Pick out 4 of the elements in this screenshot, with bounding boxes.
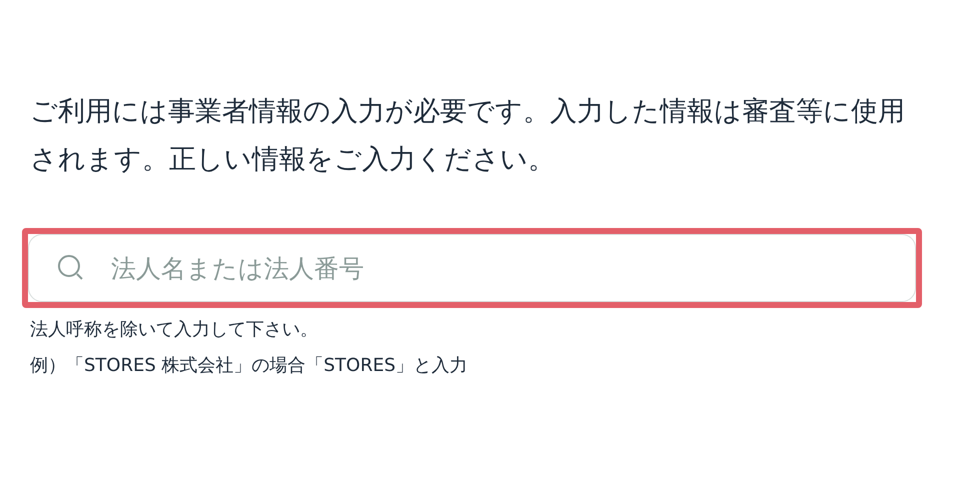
- hint-text: 例）「STORES 株式会社」の場合「STORES」と入力: [30, 354, 469, 378]
- intro-text: ご利用には事業者情報の入力が必要です。入力した情報は審査等に使用されます。正しい情報をご入力ください。: [30, 95, 906, 177]
- search-field[interactable]: 法人名または法人番号: [28, 234, 916, 302]
- hint-text: 法人呼称を除いて入力して下さい。: [30, 318, 319, 342]
